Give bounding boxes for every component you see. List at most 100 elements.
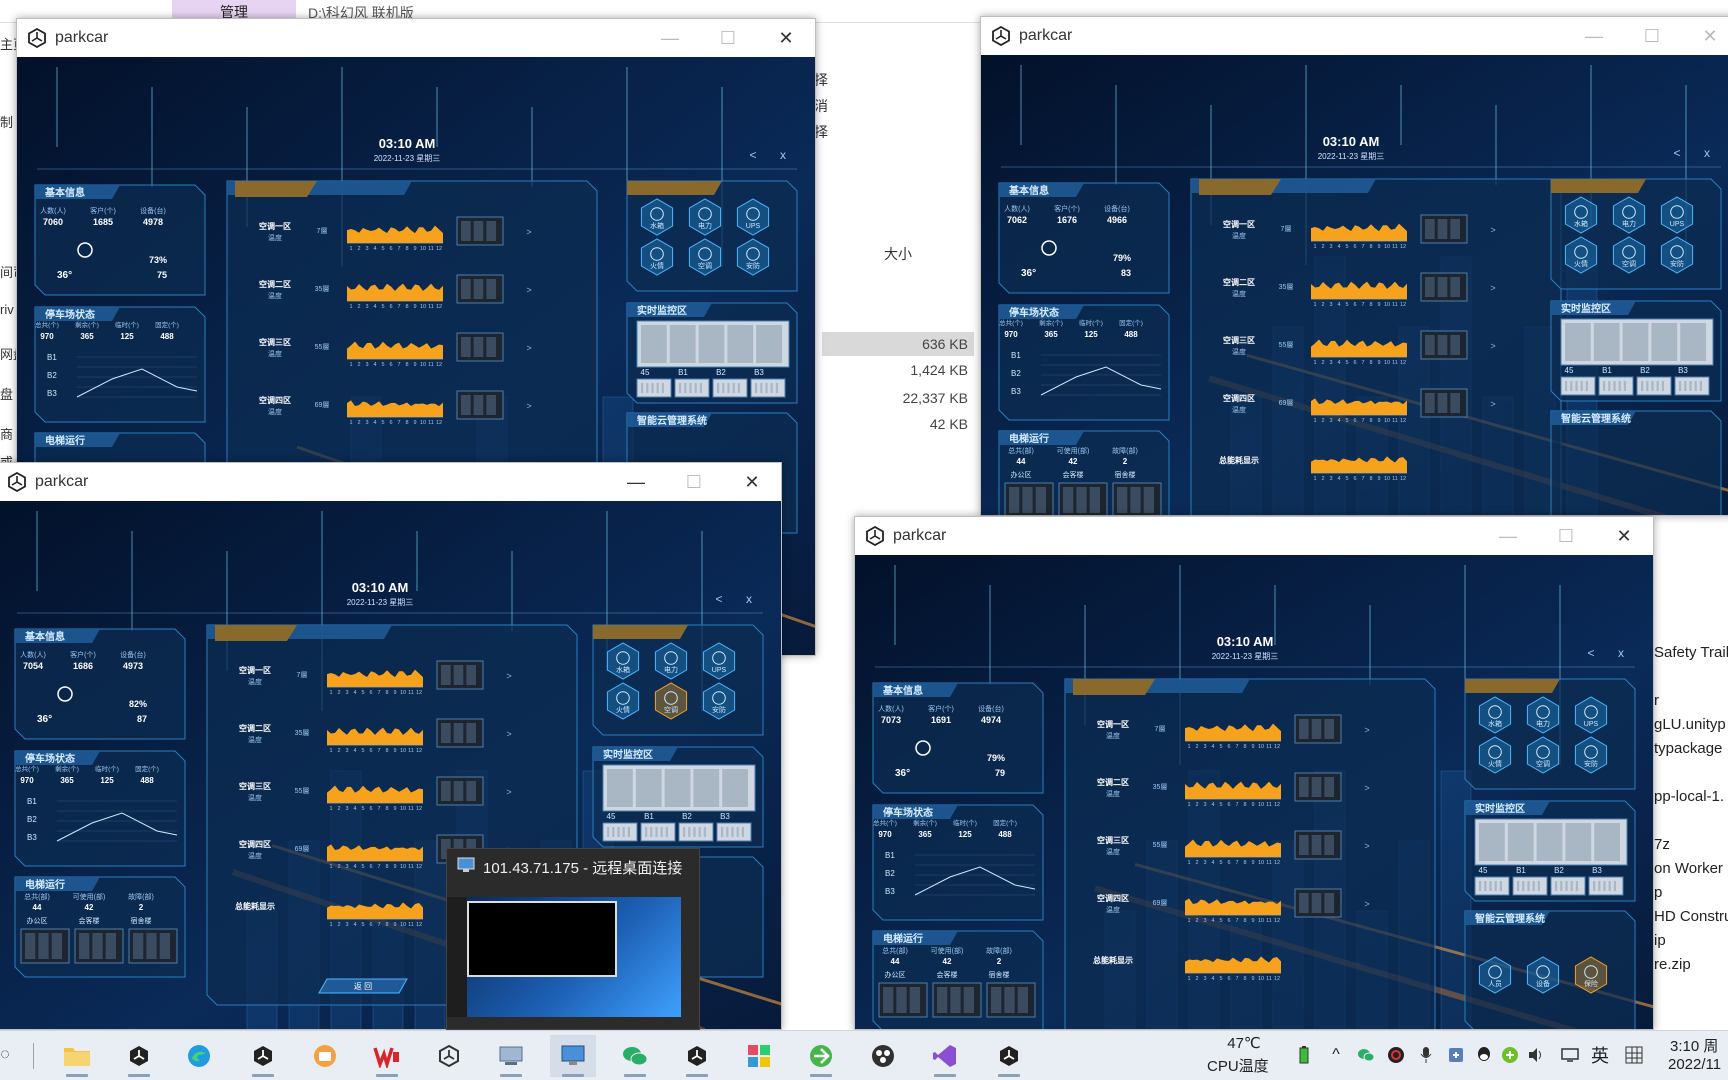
search-icon[interactable]: ◌ (0, 1045, 10, 1065)
unity-window-parkcar[interactable]: parkcar — ☐ ✕ 03:10 AM 2022-11-23 星期三 < x 基本… (854, 516, 1654, 1030)
aircon-zone-chart-tick: 10 (1258, 918, 1264, 924)
close-button[interactable]: ✕ (723, 463, 781, 501)
ime-grid-icon[interactable] (1624, 1045, 1644, 1065)
close-button[interactable]: ✕ (1681, 17, 1728, 55)
file-size[interactable]: 42 KB (822, 412, 974, 436)
file-name[interactable]: pp-local-1. (1654, 788, 1724, 805)
file-size[interactable]: 1,424 KB (822, 358, 974, 382)
elevator-label: 可使用(部) (931, 946, 964, 955)
maximize-button[interactable]: ☐ (665, 463, 723, 501)
file-name[interactable]: re.zip (1654, 956, 1691, 973)
file-size[interactable]: 22,337 KB (822, 386, 974, 410)
taskbar-multicolor-app-icon[interactable] (736, 1035, 782, 1077)
ribbon-tab-manage[interactable]: 管理 (172, 0, 296, 20)
monitor-thumb-column (727, 383, 730, 393)
file-name[interactable]: p (1654, 884, 1662, 901)
panel-basic-info-title: 基本信息 (1008, 184, 1049, 197)
taskbar-unity-icon[interactable] (116, 1035, 162, 1077)
panel-management-frame (1550, 178, 1722, 290)
menu-fragment[interactable]: 择 (814, 70, 828, 90)
aircon-camera-thumb-rack (461, 279, 471, 299)
taskbar-wechat-icon[interactable] (612, 1035, 658, 1077)
window-titlebar[interactable]: parkcar — ☐ ✕ (981, 17, 1728, 55)
aircon-zone-chart-tick: 7 (1235, 918, 1238, 924)
management-icon-label: 空调 (698, 261, 712, 270)
taskbar-unity-icon[interactable] (240, 1035, 286, 1077)
unity-window-parkcar[interactable]: parkcar — ☐ ✕ 03:10 AM 2022-11-23 星期三 < x 基本… (980, 16, 1728, 516)
management-icon-label: 水箱 (1574, 219, 1588, 228)
energy-chart-tick: 2 (1321, 476, 1324, 482)
minimize-button[interactable]: — (607, 463, 665, 501)
column-header-size[interactable]: 大小 (884, 244, 912, 264)
taskbar-edge-icon[interactable] (176, 1035, 222, 1077)
window-titlebar[interactable]: parkcar — ☐ ✕ (0, 463, 781, 501)
minimize-button[interactable]: — (1479, 517, 1537, 555)
elevator-camera-thumb (932, 982, 982, 1018)
taskbar-orange-app-icon[interactable] (302, 1035, 348, 1077)
file-name[interactable]: typackage (1654, 740, 1722, 757)
share-icon[interactable] (1446, 1045, 1466, 1065)
aircon-zone-name: 空调四区 (259, 395, 291, 405)
wechat-tray-icon[interactable] (1356, 1045, 1376, 1065)
taskbar-network-app-icon[interactable] (488, 1035, 534, 1077)
aircon-zone-chart-tick: 11 (428, 246, 434, 252)
elevator-value: 44 (891, 957, 900, 966)
netease-music-icon[interactable] (1386, 1045, 1406, 1065)
aircon-zone-chart-tick: 2 (337, 806, 340, 812)
maximize-button[interactable]: ☐ (699, 19, 757, 57)
aircon-zone-chart-tick: 11 (428, 420, 434, 426)
close-button[interactable]: ✕ (757, 19, 815, 57)
window-titlebar[interactable]: parkcar — ☐ ✕ (17, 19, 815, 57)
file-name[interactable]: r (1654, 692, 1659, 709)
dashboard-view[interactable]: 03:10 AM 2022-11-23 星期三 < x 基本信息 人数(人) 客户(个) 设备… (981, 55, 1728, 515)
close-button[interactable]: ✕ (1595, 517, 1653, 555)
aircon-zone-name: 空调二区 (239, 723, 271, 733)
aircon-zone-chart-tick: 5 (1345, 418, 1348, 424)
battery-icon[interactable] (1294, 1045, 1314, 1065)
window-titlebar[interactable]: parkcar — ☐ ✕ (855, 517, 1653, 555)
file-name[interactable]: HD Constru (1654, 908, 1728, 925)
monitor-main-camera (1474, 818, 1628, 866)
file-name[interactable]: ip (1654, 932, 1666, 949)
minimize-button[interactable]: — (1565, 17, 1623, 55)
aircon-zone-sub: 温度 (1232, 231, 1246, 240)
aircon-zone-chart-tick: 10 (400, 806, 406, 812)
clock-time[interactable]: 3:10 周 (1670, 1035, 1718, 1056)
microphone-icon[interactable] (1416, 1045, 1436, 1065)
aircon-zone-chart-tick: 11 (408, 806, 414, 812)
file-name[interactable]: on Worker (1654, 860, 1723, 877)
taskbar-wps-icon[interactable] (364, 1035, 410, 1077)
taskbar-unity-hub-icon[interactable] (426, 1035, 472, 1077)
taskbar-file-explorer-icon[interactable] (54, 1035, 100, 1077)
remote-desktop-preview[interactable]: 101.43.71.175 - 远程桌面连接 (446, 848, 700, 1030)
panel-basic-info: 基本信息人数(人) 客户(个) 设备(台) 7060 1685 4978 36° 73% 75 (34, 184, 206, 296)
qq-icon[interactable] (1474, 1045, 1494, 1065)
energy-chart-tick: 7 (1361, 476, 1364, 482)
menu-fragment[interactable]: 消 (814, 96, 828, 116)
maximize-button[interactable]: ☐ (1537, 517, 1595, 555)
chevron-up-icon[interactable]: ^ (1326, 1045, 1346, 1065)
elevator-camera-thumb-rack (1004, 987, 1015, 1013)
dashboard-view[interactable]: 03:10 AM 2022-11-23 星期三 < x 基本信息 人数(人) 客户(个) 设备… (855, 555, 1653, 1029)
file-size[interactable]: 636 KB (822, 332, 974, 356)
taskbar-remote-desktop-icon[interactable] (550, 1035, 596, 1077)
maximize-button[interactable]: ☐ (1623, 17, 1681, 55)
taskbar-unity-icon[interactable] (986, 1035, 1032, 1077)
taskbar-green-browser-icon[interactable] (798, 1035, 844, 1077)
aircon-zone-chart-tick: 3 (1203, 802, 1206, 808)
file-name[interactable]: gLU.unityp (1654, 716, 1726, 733)
file-name[interactable]: 7z (1654, 836, 1670, 853)
taskbar-unity-icon[interactable] (674, 1035, 720, 1077)
taskbar-visual-studio-icon[interactable] (922, 1035, 968, 1077)
green-add-icon[interactable] (1500, 1045, 1520, 1065)
minimize-button[interactable]: — (641, 19, 699, 57)
monitor-main-camera-column (727, 325, 754, 363)
file-name[interactable]: Safety Trail (1654, 644, 1728, 661)
network-icon[interactable] (1560, 1045, 1580, 1065)
taskbar-obs-icon[interactable] (860, 1035, 906, 1077)
menu-fragment[interactable]: 择 (814, 122, 828, 142)
clock-date[interactable]: 2022/11 (1668, 1056, 1721, 1073)
ime-indicator[interactable]: 英 (1590, 1045, 1610, 1066)
monitor-thumb-column (741, 827, 744, 837)
volume-icon[interactable] (1526, 1045, 1546, 1065)
